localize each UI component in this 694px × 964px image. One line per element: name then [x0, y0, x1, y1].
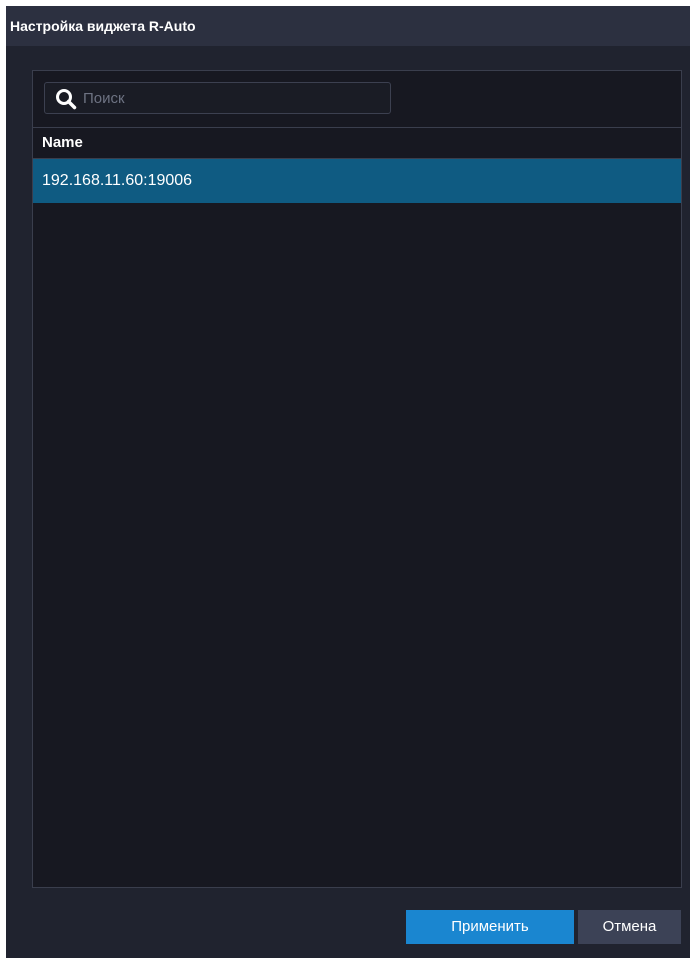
widget-settings-dialog: Настройка виджета R-Auto Name 192.168.11… [6, 6, 690, 958]
dialog-title: Настройка виджета R-Auto [6, 6, 690, 46]
table-row[interactable]: 192.168.11.60:19006 [33, 159, 681, 203]
search-box[interactable] [44, 82, 391, 114]
search-icon [55, 88, 77, 110]
list-panel: Name 192.168.11.60:19006 [32, 70, 682, 888]
search-input[interactable] [83, 87, 383, 109]
cancel-button[interactable]: Отмена [578, 910, 681, 944]
apply-button[interactable]: Применить [406, 910, 574, 944]
column-header-name[interactable]: Name [33, 127, 681, 159]
